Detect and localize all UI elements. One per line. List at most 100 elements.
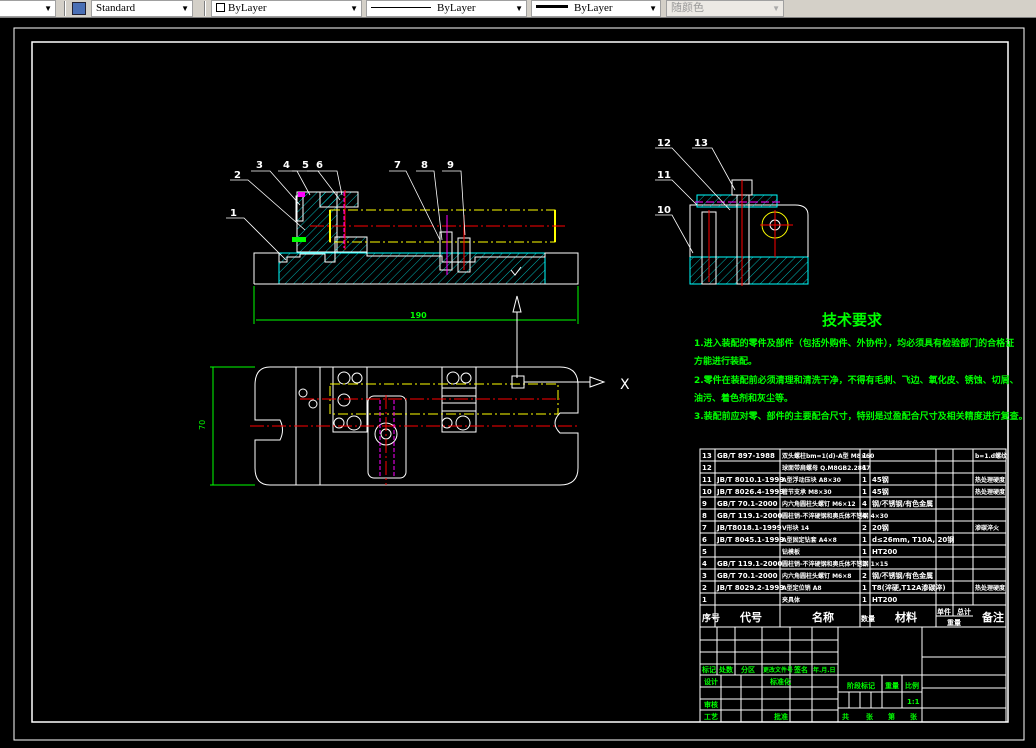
bom-header-weight: 重量 xyxy=(947,618,961,627)
bom-cell-code: JB/T 8029.2-1999 xyxy=(716,584,784,592)
tb-design: 设计 xyxy=(704,677,718,686)
tech-title: 技术要求 xyxy=(822,311,883,329)
balloon-6: 6 xyxy=(316,160,323,171)
bom-cell-qty: 2 xyxy=(862,572,867,580)
front-view: 1 2 3 4 5 6 7 8 9 190 xyxy=(226,160,579,378)
top-view: X 70 xyxy=(198,366,630,486)
text-style-combo[interactable]: Standard ▼ xyxy=(91,0,193,17)
view-arrow xyxy=(512,295,522,313)
plotstyle-combo: 随颜色 ▼ xyxy=(666,0,784,17)
bom-cell-material: d≤26mm, T10A, 20钢 xyxy=(872,535,954,544)
layer-color-combo[interactable]: ByLayer ▼ xyxy=(211,0,362,17)
bom-cell-code: GB/T 119.1-2000 xyxy=(717,560,783,568)
chevron-down-icon: ▼ xyxy=(772,4,780,13)
balloon-11: 11 xyxy=(657,170,671,181)
tb-sign: 签名 xyxy=(793,665,808,674)
bom-cell-qty: 2 xyxy=(862,524,867,532)
bom-cell-seq: 3 xyxy=(702,572,707,580)
bom-cell-name: 内六角圆柱头螺钉 M6×8 xyxy=(782,572,851,580)
bom-header-code: 代号 xyxy=(739,610,762,624)
bom-cell-code: JB/T8018.1-1999 xyxy=(716,524,782,532)
bom-cell-material: T8(淬硬,T12A渗碳淬) xyxy=(872,583,946,592)
chevron-down-icon: ▼ xyxy=(649,4,657,13)
balloon-9: 9 xyxy=(447,160,454,171)
text-style-value: Standard xyxy=(96,2,136,14)
datum-square xyxy=(511,375,525,389)
tb-stage: 阶段标记 xyxy=(847,681,875,690)
bom-cell-qty: 1 xyxy=(862,548,867,556)
balloon-7: 7 xyxy=(394,160,401,171)
bom-cell-seq: 9 xyxy=(702,500,707,508)
color-value: ByLayer xyxy=(228,2,267,14)
bom-cell-code: GB/T 70.1-2000 xyxy=(717,572,778,580)
drill-plate xyxy=(319,191,359,208)
bom-cell-name: 内六角圆柱头螺钉 M6×12 xyxy=(782,500,856,508)
tb-zone: 分区 xyxy=(741,665,755,674)
bom-cell-material: HT200 xyxy=(872,548,897,556)
bom-cell-seq: 10 xyxy=(702,488,712,496)
tb-process: 工艺 xyxy=(704,712,718,721)
bom-cell-material: HT200 xyxy=(872,596,897,604)
bom-cell-name: A型浮动压块 A8×30 xyxy=(782,476,841,484)
bom-cell-notes: 热处理硬度 xyxy=(975,584,1006,592)
bom-cell-material: 钢/不锈钢/有色金属 xyxy=(872,571,933,580)
text-style-icon[interactable] xyxy=(72,2,86,15)
tb-scale: 比例 xyxy=(905,681,919,690)
bom-cell-code: GB/T 119.1-2000 xyxy=(717,512,783,520)
balloon-8: 8 xyxy=(421,160,428,171)
bom-cell-name: 球面带肩螺母 Q.M8GB2.2867 xyxy=(782,464,870,472)
base-hatch xyxy=(278,252,546,285)
tb-sheet2: 张 xyxy=(910,712,918,721)
tb-nth: 第 xyxy=(888,712,895,721)
bom-cell-seq: 12 xyxy=(702,464,712,472)
dimension-width: 70 xyxy=(198,420,207,430)
tech-line: 1.进入装配的零件及部件（包括外购件、外协件），均必须具有检验部门的合格证 xyxy=(694,337,1014,349)
bom-cell-seq: 5 xyxy=(702,548,707,556)
bom-header-notes: 备注 xyxy=(981,610,1004,624)
tb-approve: 批准 xyxy=(774,712,788,721)
bom-cell-qty: 4 xyxy=(862,512,867,520)
bom-cell-seq: 2 xyxy=(702,584,707,592)
lineweight-value: ByLayer xyxy=(574,2,613,14)
bom-cell-seq: 8 xyxy=(702,512,707,520)
bom-cell-name: 钻模板 xyxy=(782,548,801,556)
prev-combo[interactable]: ▼ xyxy=(0,0,56,17)
bom-cell-seq: 13 xyxy=(702,452,712,460)
tb-standardization: 标准化 xyxy=(769,677,791,686)
balloon-3: 3 xyxy=(256,160,263,171)
drawing-sheet: 1 2 3 4 5 6 7 8 9 190 X 70 12 13 11 10 技… xyxy=(13,27,1028,741)
bom-cell-code: JB/T 8045.1-1999 xyxy=(716,536,784,544)
bom-header-qty: 数量 xyxy=(861,614,875,623)
bom-cell-name: 夹具体 xyxy=(782,596,801,604)
bom-cell-name: V形块 14 xyxy=(782,524,809,532)
chevron-down-icon: ▼ xyxy=(350,4,358,13)
balloon-13: 13 xyxy=(694,138,708,149)
tech-line: 方能进行装配。 xyxy=(694,355,757,367)
bom-cell-code: JB/T 8010.1-1999 xyxy=(716,476,784,484)
bom-cell-material: 45钢 xyxy=(872,487,889,496)
title-block: 标记 处数 分区 更改文件号 签名 年.月.日 设计 标准化 审核 工艺 批准 … xyxy=(699,626,1007,723)
bom-cell-qty: 1 xyxy=(862,476,867,484)
bom-cell-seq: 11 xyxy=(702,476,712,484)
bom-cell-name: A型固定钻套 A4×8 xyxy=(782,536,837,544)
balloon-4: 4 xyxy=(283,160,290,171)
bom-cell-notes: 热处理硬度 xyxy=(975,476,1006,484)
linetype-combo[interactable]: ByLayer ▼ xyxy=(366,0,527,17)
bom-cell-code: JB/T 8026.4-1999 xyxy=(716,488,784,496)
dimension-length: 190 xyxy=(410,311,427,320)
side-view: 12 13 11 10 xyxy=(655,138,809,286)
bom-cell-qty: 1 xyxy=(862,536,867,544)
tb-date: 年.月.日 xyxy=(813,666,836,674)
drawing-canvas[interactable]: 1 2 3 4 5 6 7 8 9 190 X 70 12 13 11 10 技… xyxy=(0,18,1036,744)
chevron-down-icon: ▼ xyxy=(515,4,523,13)
bom-cell-notes: 渗碳淬火 xyxy=(975,524,1000,532)
bom-cell-qty: 4 xyxy=(862,500,867,508)
bom-cell-name: 双头螺柱bm=1(d)-A型 M8×60 xyxy=(782,452,874,460)
drill-plate-top xyxy=(367,395,407,479)
tech-line: 3.装配前应对零、部件的主要配合尺寸，特别是过盈配合尺寸及相关精度进行复查。 xyxy=(694,410,1028,422)
balloon-1: 1 xyxy=(230,208,237,219)
bom-cell-material: 20钢 xyxy=(872,523,889,532)
lineweight-combo[interactable]: ByLayer ▼ xyxy=(531,0,661,17)
bom-cell-notes: 热处理硬度 xyxy=(975,488,1006,496)
tb-count: 处数 xyxy=(718,665,734,674)
